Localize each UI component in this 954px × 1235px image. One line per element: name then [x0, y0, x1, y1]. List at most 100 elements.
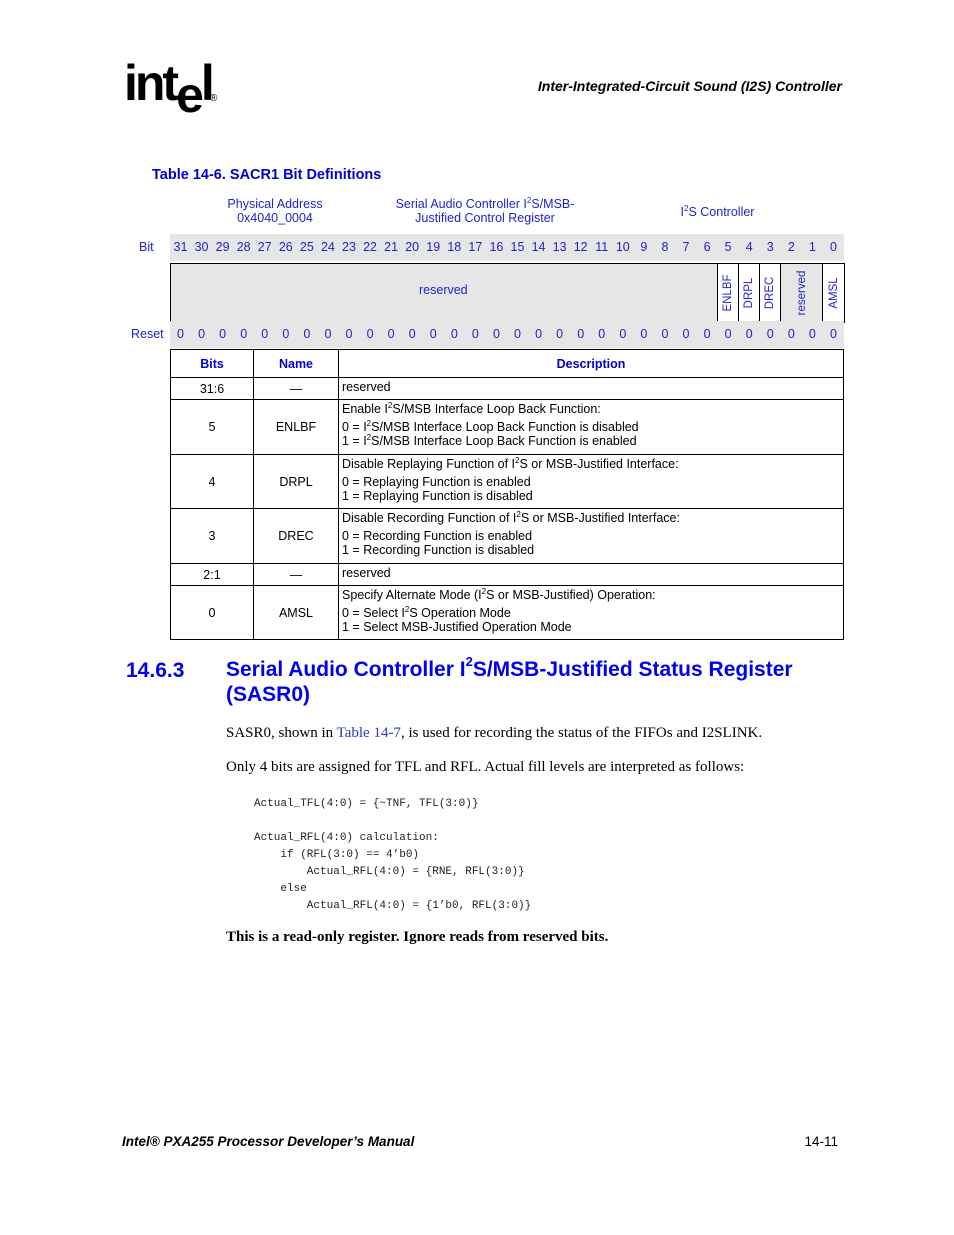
reset-value: 0: [366, 327, 374, 341]
reset-value: 0: [787, 327, 795, 341]
text: 1 = I: [342, 434, 367, 448]
description-heading: Specify Alternate Mode (I2S or MSB-Justi…: [342, 588, 840, 603]
field-label: DRPL: [743, 277, 755, 309]
table-header-row: Bits Name Description: [170, 349, 844, 378]
reset-value: 0: [261, 327, 269, 341]
description-value-0: 0 = Recording Function is enabled: [342, 529, 533, 543]
description-value-0: 0 = I2S/MSB Interface Loop Back Function…: [342, 420, 840, 435]
superscript: 2: [465, 654, 473, 669]
reset-value: 0: [598, 327, 606, 341]
field-reserved-31-6-label: reserved: [419, 283, 468, 297]
bit-number: 28: [236, 240, 251, 254]
register-note: This is a read-only register. Ignore rea…: [226, 929, 609, 945]
bit-number: 3: [766, 240, 774, 254]
reset-value: 0: [282, 327, 290, 341]
reset-value: 0: [661, 327, 669, 341]
register-name-line1: Serial Audio Controller I2S/MSB-: [380, 197, 590, 212]
field-amsl: AMSL: [822, 264, 844, 322]
table-row: 5 ENLBF Enable I2S/MSB Interface Loop Ba…: [170, 399, 844, 455]
paragraph-2: Only 4 bits are assigned for TFL and RFL…: [226, 759, 745, 775]
bit-number: 13: [552, 240, 567, 254]
bit-number: 21: [384, 240, 399, 254]
register-name-text: S/MSB-: [531, 197, 575, 211]
code-line: Actual_TFL(4:0) = {~TNF, TFL(3:0)}: [254, 798, 479, 810]
text: S Operation Mode: [409, 606, 511, 620]
description-value-0: 0 = Select I2S Operation Mode: [342, 606, 840, 621]
text: S or MSB-Justified Interface:: [520, 511, 680, 525]
text: S/MSB Interface Loop Back Function is di…: [371, 420, 639, 434]
register-name: Serial Audio Controller I2S/MSB- Justifi…: [380, 197, 590, 226]
bit-number: 24: [320, 240, 335, 254]
reset-value: 0: [471, 327, 479, 341]
text: Disable Recording Function of I: [342, 511, 517, 525]
bit-number: 18: [447, 240, 462, 254]
bit-number: 31: [173, 240, 188, 254]
bit-number: 2: [787, 240, 795, 254]
reset-value: 0: [514, 327, 521, 341]
unit-text: S Controller: [688, 205, 755, 219]
field-label: ENLBF: [722, 274, 734, 312]
reset-value: 0: [577, 327, 585, 341]
bit-number: 9: [640, 240, 648, 254]
bit-number: 25: [299, 240, 314, 254]
cell-description: reserved: [338, 563, 844, 586]
reset-value: 0: [766, 327, 774, 341]
logo-text: int: [124, 55, 179, 111]
bit-number: 4: [745, 240, 753, 254]
reset-value: 0: [450, 327, 458, 341]
bit-number: 19: [426, 240, 441, 254]
cell-description: Disable Replaying Function of I2S or MSB…: [338, 454, 844, 509]
reset-value: 0: [829, 327, 837, 341]
description-value-1: 1 = Replaying Function is disabled: [342, 489, 533, 503]
text: 0 = Select I: [342, 606, 405, 620]
reset-value: 0: [745, 327, 753, 341]
description-value-1: 1 = Select MSB-Justified Operation Mode: [342, 620, 572, 634]
section-title: Serial Audio Controller I2S/MSB-Justifie…: [226, 654, 846, 707]
cell-description: Disable Recording Function of I2S or MSB…: [338, 508, 844, 564]
bit-number: 6: [703, 240, 711, 254]
bit-number: 16: [489, 240, 504, 254]
code-line: else: [254, 883, 307, 895]
bit-number: 10: [615, 240, 630, 254]
footer-page-number: 14-11: [804, 1134, 838, 1149]
reset-value: 0: [408, 327, 416, 341]
bit-definitions-table: Bits Name Description 31:6 — reserved 5 …: [170, 349, 844, 640]
cell-name: ENLBF: [253, 399, 339, 455]
bit-number: 14: [531, 240, 546, 254]
table-14-7-link[interactable]: Table 14-7: [337, 725, 401, 741]
description-heading: Disable Recording Function of I2S or MSB…: [342, 511, 840, 526]
cell-bits: 31:6: [170, 377, 254, 400]
column-header-description: Description: [338, 349, 844, 378]
reset-value: 0: [682, 327, 690, 341]
bit-number: 8: [661, 240, 669, 254]
intel-logo: intel ®: [124, 55, 217, 120]
text: S or MSB-Justified) Operation:: [486, 588, 656, 602]
text: Enable I: [342, 402, 388, 416]
reset-value: 0: [387, 327, 395, 341]
table-row: 0 AMSL Specify Alternate Mode (I2S or MS…: [170, 585, 844, 640]
bit-number: 23: [342, 240, 356, 254]
cell-bits: 4: [170, 454, 254, 509]
code-line: Actual_RFL(4:0) = {1’b0, RFL(3:0)}: [254, 900, 532, 912]
cell-bits: 0: [170, 585, 254, 640]
reset-value: 0: [703, 327, 711, 341]
field-reserved-2-1: reserved: [780, 264, 822, 322]
text: Serial Audio Controller I: [226, 658, 466, 681]
field-label: reserved: [795, 270, 808, 316]
code-block: Actual_TFL(4:0) = {~TNF, TFL(3:0)} Actual…: [254, 796, 531, 915]
field-drec: DREC: [759, 264, 780, 322]
reset-value: 0: [619, 327, 627, 341]
bit-number: 26: [278, 240, 293, 254]
physical-address-label: Physical Address: [227, 197, 323, 211]
bit-number: 20: [405, 240, 420, 254]
text: Specify Alternate Mode (I: [342, 588, 482, 602]
text: S or MSB-Justified Interface:: [519, 457, 679, 471]
text: 0 = I: [342, 420, 367, 434]
reset-value: 0: [303, 327, 311, 341]
table-row: 3 DREC Disable Recording Function of I2S…: [170, 508, 844, 564]
bit-number: 29: [215, 240, 230, 254]
bit-row-label: Bit: [139, 240, 154, 254]
code-line: Actual_RFL(4:0) calculation:: [254, 832, 439, 844]
text: Disable Replaying Function of I: [342, 457, 516, 471]
code-line: Actual_RFL(4:0) = {RNE, RFL(3:0)}: [254, 866, 525, 878]
